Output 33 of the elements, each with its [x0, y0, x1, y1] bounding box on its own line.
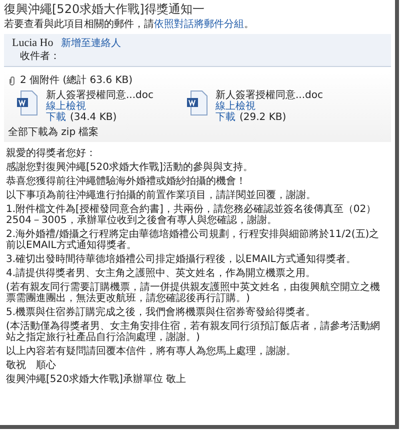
view-online-link[interactable]: 線上檢視 — [216, 101, 323, 112]
view-online-link[interactable]: 線上檢視 — [46, 101, 154, 112]
body-paragraph: 敬祝 順心 — [6, 360, 57, 371]
info-text: 若要查看與此項目相關的郵件，請依照對話將郵件分組。 — [4, 19, 255, 30]
body-paragraph: 4.請提供得獎者男、女主角之護照中、英文姓名，作為開立機票之用。 — [6, 268, 317, 279]
download-link[interactable]: 下載 — [216, 112, 236, 123]
body-paragraph: 以下事項為前往沖繩進行拍攝的前置作業項目，請詳閱並回覆，謝謝。 — [6, 190, 317, 201]
attachments-summary: 2 個附件 (總計 63.6 KB) — [20, 75, 133, 86]
body-paragraph: 1.附件檔文件為[授權發同意合約書]，共兩份，請您務必確認並簽名後傳真至（02）2504－3005，承辦單位收到之後會有專人與您確認，謝謝。 — [6, 204, 378, 226]
body-paragraph: 2.海外婚禮/婚攝之行程將定由華德培婚禮公司規劃，行程安排與細節將於11/2(五)之前以EMAIL方式通知得獎者。 — [6, 229, 380, 251]
word-document-icon — [16, 90, 38, 116]
body-paragraph: 復興沖繩[520求婚大作戰]承辦單位 敬上 — [6, 374, 188, 385]
body-paragraph: 3.確切出發時間待華德培婚禮公司排定婚攝行程後，以EMAIL方式通知得獎者。 — [6, 254, 357, 265]
body-paragraph: 5.機票與住宿券訂購完成之後，我們會將機票與住宿券寄發給得獎者。 — [6, 307, 317, 318]
body-paragraph: 以上內容若有疑問請回覆本信件，將有專人為您馬上處理，謝謝。 — [6, 346, 297, 357]
body-paragraph: (若有親友同行需要訂購機票，請一併提供親友護照中英文姓名，由復興航空開立之機票需團進團出，無法更改航班，請您確認後再行訂購。) — [6, 282, 381, 304]
recipients-label: 收件者： — [19, 51, 61, 62]
file-size: (34.4 KB) — [70, 112, 117, 123]
word-document-icon — [186, 90, 208, 116]
download-link[interactable]: 下載 — [46, 112, 66, 123]
add-contact-link[interactable]: 新增至連絡人 — [61, 38, 122, 49]
body-paragraph: 恭喜您獲得前往沖繩體驗海外婚禮或婚紗拍攝的機會！ — [6, 176, 247, 187]
body-paragraph: 感謝您對復興沖繩[520求婚大作戰]活動的參與與支持。 — [6, 162, 254, 173]
download-all-link[interactable]: 全部下載為 zip 檔案 — [8, 127, 387, 138]
file-size: (29.2 KB) — [240, 112, 286, 123]
group-link[interactable]: 依照對話將郵件分組 — [154, 19, 244, 30]
file-name: 新人簽署授權同意...doc — [216, 90, 323, 101]
email-subject: 復興沖繩[520求婚大作戰]得獎通知一 — [4, 2, 206, 17]
paperclip-icon — [8, 76, 16, 86]
body-paragraph: 親愛的得獎者您好： — [6, 148, 97, 159]
sender-name: Lucia Ho — [12, 38, 54, 49]
body-paragraph: (本活動僅為得獎者男、女主角安排住宿，若有親友同行須預訂飯店者，請參考活動網站之指定旅行社產品自行洽詢處理，謝謝。) — [6, 321, 381, 343]
file-name: 新人簽署授權同意...doc — [46, 90, 154, 101]
